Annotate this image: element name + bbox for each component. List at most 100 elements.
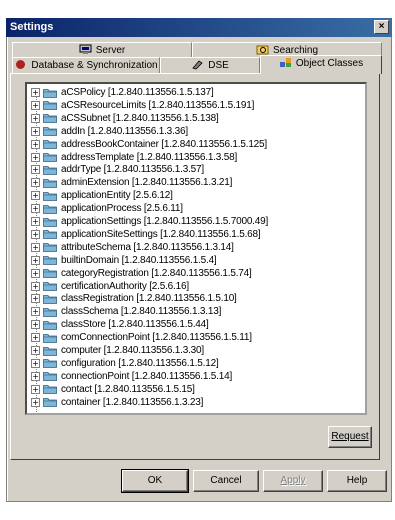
tree-item-label: classSchema [1.2.840.113556.1.3.13]	[61, 306, 222, 318]
object-class-tree[interactable]: + aCSPolicy [1.2.840.113556.1.5.137] + aCSR…	[25, 82, 367, 415]
folder-icon	[43, 359, 57, 369]
expand-icon[interactable]: +	[31, 358, 40, 368]
tree-item[interactable]: + applicationSiteSettings [1.2.840.113556…	[31, 229, 365, 240]
request-button[interactable]: Request	[328, 426, 372, 448]
tree-item[interactable]: + adminExtension [1.2.840.113556.1.3.21]	[31, 177, 365, 189]
folder-icon	[43, 294, 57, 304]
expand-icon[interactable]: +	[31, 139, 40, 149]
apply-button[interactable]: Apply	[263, 470, 323, 492]
folder-icon	[43, 165, 57, 175]
tree-item-label: categoryRegistration [1.2.840.113556.1.5…	[61, 267, 252, 279]
tree-item-label: connectionPoint [1.2.840.113556.1.5.14]	[61, 370, 233, 382]
tree-item-label: attributeSchema [1.2.840.113556.1.3.14]	[61, 241, 234, 253]
object-classes-panel: + aCSPolicy [1.2.840.113556.1.5.137] + aCSR…	[10, 73, 380, 460]
tree-item[interactable]: + certificationAuthority [2.5.6.16]	[31, 280, 365, 292]
expand-icon[interactable]: +	[31, 307, 40, 317]
expand-icon[interactable]: +	[31, 384, 40, 394]
tree-item-label: certificationAuthority [2.5.6.16]	[61, 280, 189, 292]
folder-icon	[43, 243, 57, 253]
tree-item[interactable]: + applicationSettings [1.2.840.113556.1.5…	[31, 216, 365, 227]
expand-icon[interactable]: +	[31, 294, 40, 304]
tree-item[interactable]: + applicationProcess [2.5.6.11]	[31, 203, 365, 214]
expand-icon[interactable]: +	[31, 333, 40, 343]
expand-icon[interactable]: +	[31, 165, 40, 175]
tree-item-label: aCSPolicy [1.2.840.113556.1.5.137]	[61, 87, 214, 98]
folder-icon	[43, 230, 57, 240]
tree-item[interactable]: + container [1.2.840.113556.1.3.23]	[31, 396, 365, 408]
tab-database-sync[interactable]: Database & Synchronization	[12, 57, 160, 74]
tree-item[interactable]: + builtinDomain [1.2.840.113556.1.5.4]	[31, 254, 365, 266]
tree-item[interactable]: + configuration [1.2.840.113556.1.5.12]	[31, 357, 365, 369]
tree-item[interactable]: + classSchema [1.2.840.113556.1.3.13]	[31, 306, 365, 318]
tab-dse[interactable]: DSE	[160, 57, 260, 74]
folder-icon	[43, 320, 57, 330]
tree-item[interactable]: + applicationEntity [2.5.6.12]	[31, 190, 365, 202]
folder-icon	[43, 153, 57, 162]
tree-item[interactable]: + comConnectionPoint [1.2.840.113556.1.5.…	[31, 332, 365, 343]
tree-item[interactable]: + connectionPoint [1.2.840.113556.1.5.14]	[31, 370, 365, 382]
window-title: Settings	[10, 21, 54, 33]
tree-item-label: adminExtension [1.2.840.113556.1.3.21]	[61, 177, 233, 189]
expand-icon[interactable]: +	[31, 204, 40, 214]
expand-icon[interactable]: +	[31, 217, 40, 226]
expand-icon[interactable]: +	[31, 113, 40, 123]
tree-item[interactable]: + classRegistration [1.2.840.113556.1.5.1…	[31, 293, 365, 304]
object-classes-icon	[279, 58, 291, 67]
expand-icon[interactable]: +	[31, 191, 40, 201]
expand-icon[interactable]: +	[31, 126, 40, 136]
tree-item-label: builtinDomain [1.2.840.113556.1.5.4]	[61, 254, 217, 266]
server-icon	[79, 44, 92, 54]
tree-item[interactable]: + aCSResourceLimits [1.2.840.113556.1.5.1…	[31, 99, 365, 111]
folder-icon	[43, 346, 57, 356]
tree-item-label: configuration [1.2.840.113556.1.5.12]	[61, 357, 219, 369]
folder-icon	[43, 333, 57, 343]
tree-item-label: applicationSettings [1.2.840.113556.1.5.…	[61, 216, 269, 227]
tree-item[interactable]: + attributeSchema [1.2.840.113556.1.3.14]	[31, 241, 365, 253]
cancel-button[interactable]: Cancel	[193, 470, 259, 492]
tree-item-label: aCSResourceLimits [1.2.840.113556.1.5.19…	[61, 99, 255, 111]
tree-item-label: computer [1.2.840.113556.1.3.30]	[61, 345, 204, 356]
folder-icon	[43, 385, 57, 395]
expand-icon[interactable]: +	[31, 242, 40, 252]
folder-icon	[43, 191, 57, 201]
expand-icon[interactable]: +	[31, 371, 40, 381]
tree-item-label: contact [1.2.840.113556.1.5.15]	[61, 383, 195, 395]
tree-item[interactable]: + computer [1.2.840.113556.1.3.30]	[31, 345, 365, 356]
expand-icon[interactable]: +	[31, 320, 40, 330]
tree-item-label: addIn [1.2.840.113556.1.3.36]	[61, 125, 188, 137]
expand-icon[interactable]: +	[31, 281, 40, 291]
ok-button[interactable]: OK	[121, 469, 189, 493]
expand-icon[interactable]: +	[31, 255, 40, 265]
expand-icon[interactable]: +	[31, 346, 40, 355]
expand-icon[interactable]: +	[31, 88, 40, 97]
folder-icon	[43, 127, 57, 137]
tree-item[interactable]: + aCSPolicy [1.2.840.113556.1.5.137]	[31, 87, 365, 98]
folder-icon	[43, 217, 57, 227]
folder-icon	[43, 372, 57, 382]
tree-item[interactable]: + addressBookContainer [1.2.840.113556.1.…	[31, 139, 365, 150]
close-button[interactable]: ×	[374, 20, 389, 34]
folder-icon	[43, 140, 57, 149]
expand-icon[interactable]: +	[31, 100, 40, 110]
tree-item-label: container [1.2.840.113556.1.3.23]	[61, 396, 204, 408]
tab-object-classes[interactable]: Object Classes	[260, 55, 382, 74]
tree-item[interactable]: + classStore [1.2.840.113556.1.5.44]	[31, 319, 365, 330]
dse-icon	[192, 60, 203, 70]
database-icon	[16, 60, 26, 69]
folder-icon	[43, 256, 57, 266]
tree-item[interactable]: + contact [1.2.840.113556.1.5.15]	[31, 383, 365, 395]
expand-icon[interactable]: +	[31, 229, 40, 239]
tree-item[interactable]: + aCSSubnet [1.2.840.113556.1.5.138]	[31, 113, 365, 124]
searching-icon	[256, 45, 269, 55]
tree-item[interactable]: + addrType [1.2.840.113556.1.3.57]	[31, 164, 365, 175]
tree-item-label: applicationEntity [2.5.6.12]	[61, 190, 173, 202]
tree-item[interactable]: + addIn [1.2.840.113556.1.3.36]	[31, 125, 365, 137]
expand-icon[interactable]: +	[31, 152, 40, 162]
expand-icon[interactable]: +	[31, 397, 40, 407]
folder-icon	[43, 178, 57, 188]
expand-icon[interactable]: +	[31, 268, 40, 278]
tree-item[interactable]: + addressTemplate [1.2.840.113556.1.3.58]	[31, 152, 365, 163]
help-button[interactable]: Help	[327, 470, 387, 492]
expand-icon[interactable]: +	[31, 178, 40, 188]
tree-item[interactable]: + categoryRegistration [1.2.840.113556.1.…	[31, 267, 365, 279]
